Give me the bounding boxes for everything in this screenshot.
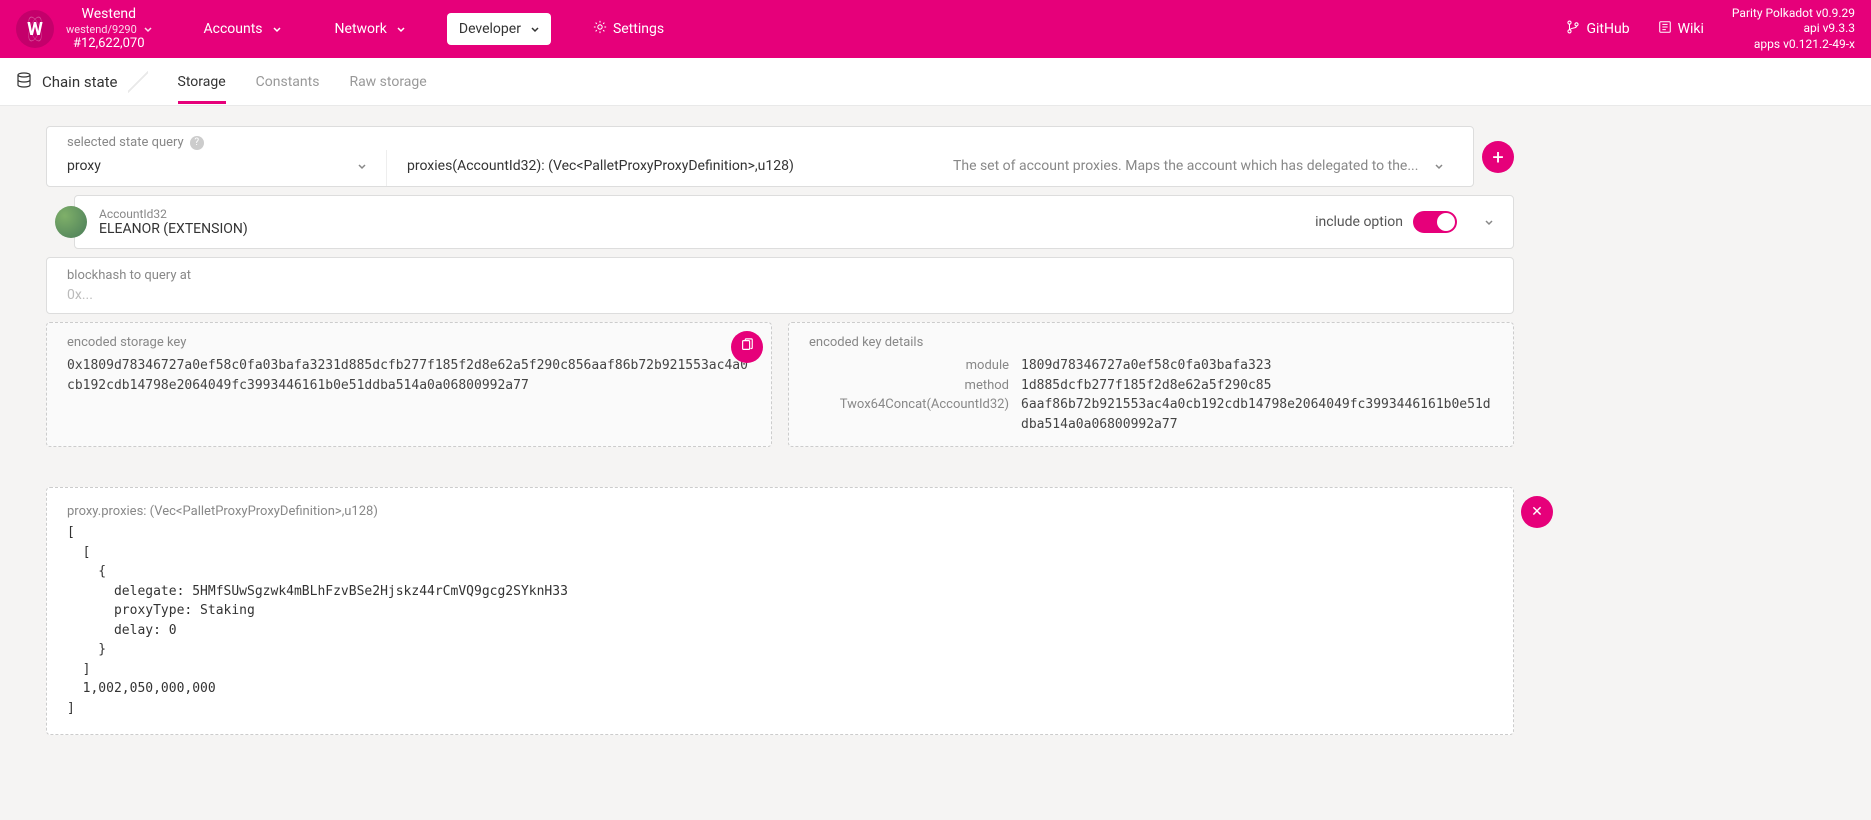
blockhash-card[interactable]: blockhash to query at 0x... xyxy=(46,257,1514,314)
tab-storage[interactable]: Storage xyxy=(178,60,226,104)
network-name: Westend xyxy=(66,7,152,22)
query-label: selected state query ? xyxy=(47,127,1473,150)
kv-row: Twox64Concat(AccountId32) 6aaf86b72b9215… xyxy=(809,395,1493,434)
chevron-down-icon xyxy=(273,21,281,37)
topbar: W Westend westend/9290 #12,622,070 Accou… xyxy=(0,0,1871,58)
wiki-link[interactable]: Wiki xyxy=(1658,20,1704,38)
tab-raw-storage[interactable]: Raw storage xyxy=(349,60,426,104)
logo: W xyxy=(16,10,54,48)
include-option-label: include option xyxy=(1315,214,1403,230)
version-info: Parity Polkadot v0.9.29 api v9.3.3 apps … xyxy=(1732,6,1855,53)
method-description: The set of account proxies. Maps the acc… xyxy=(933,150,1473,186)
method-select[interactable]: proxies(AccountId32): (Vec<PalletProxyPr… xyxy=(387,150,933,186)
key-details-label: encoded key details xyxy=(809,335,1493,350)
chevron-down-icon xyxy=(144,23,152,36)
tabs: Storage Constants Raw storage xyxy=(178,60,427,104)
gear-icon xyxy=(593,20,607,38)
topbar-right: GitHub Wiki Parity Polkadot v0.9.29 api … xyxy=(1566,6,1855,53)
network-sub: westend/9290 xyxy=(66,23,152,36)
github-link[interactable]: GitHub xyxy=(1566,20,1629,38)
kv-row: method 1d885dcfb277f185f2d8e62a5f290c85 xyxy=(809,376,1493,396)
close-result-button[interactable]: ✕ xyxy=(1521,496,1553,528)
page-title: Chain state xyxy=(16,72,148,92)
module-select[interactable]: proxy xyxy=(47,150,387,186)
network-selector[interactable]: Westend westend/9290 #12,622,070 xyxy=(66,7,152,50)
key-details-card: encoded key details module 1809d78346727… xyxy=(788,322,1514,447)
result-card: proxy.proxies: (Vec<PalletProxyProxyDefi… xyxy=(46,487,1514,735)
help-icon[interactable]: ? xyxy=(190,136,204,150)
chevron-down-icon xyxy=(531,21,539,37)
encoded-key-label: encoded storage key xyxy=(67,335,751,350)
database-icon xyxy=(16,72,32,92)
result-label: proxy.proxies: (Vec<PalletProxyProxyDefi… xyxy=(67,504,1493,519)
blockhash-input[interactable]: 0x... xyxy=(67,283,1493,303)
account-name: ELEANOR (EXTENSION) xyxy=(99,221,1303,237)
kv-row: module 1809d78346727a0ef58c0fa03bafa323 xyxy=(809,356,1493,376)
account-card[interactable]: AccountId32 ELEANOR (EXTENSION) include … xyxy=(74,195,1514,249)
add-query-button[interactable]: + xyxy=(1482,141,1514,173)
tab-constants[interactable]: Constants xyxy=(256,60,320,104)
nav-developer[interactable]: Developer xyxy=(447,13,551,45)
nav-settings[interactable]: Settings xyxy=(581,12,676,46)
copy-button[interactable] xyxy=(731,331,763,363)
nav-accounts[interactable]: Accounts xyxy=(192,13,293,45)
chevron-down-icon xyxy=(1435,158,1443,174)
copy-icon xyxy=(740,338,754,356)
chevron-down-icon[interactable] xyxy=(1485,214,1493,230)
chevron-down-icon xyxy=(358,158,366,174)
encoded-key-card: encoded storage key 0x1809d78346727a0ef5… xyxy=(46,322,772,447)
include-option-toggle[interactable] xyxy=(1413,211,1457,233)
block-number: #12,622,070 xyxy=(66,36,152,51)
branch-icon xyxy=(1566,20,1580,38)
identicon xyxy=(55,206,87,238)
chevron-down-icon xyxy=(397,21,405,37)
encoded-key-value: 0x1809d78346727a0ef58c0fa03bafa3231d885d… xyxy=(67,356,751,395)
subbar: Chain state Storage Constants Raw storag… xyxy=(0,58,1871,106)
content: selected state query ? proxy proxies(Acc… xyxy=(0,106,1560,755)
blockhash-label: blockhash to query at xyxy=(67,268,1493,283)
book-icon xyxy=(1658,20,1672,38)
result-body: [ [ { delegate: 5HMfSUwSgzwk4mBLhFzvBSe2… xyxy=(67,523,1493,718)
nav: Accounts Network Developer Settings xyxy=(192,12,677,46)
nav-network[interactable]: Network xyxy=(323,13,417,45)
account-type-label: AccountId32 xyxy=(99,207,1303,221)
query-card: selected state query ? proxy proxies(Acc… xyxy=(46,126,1474,187)
